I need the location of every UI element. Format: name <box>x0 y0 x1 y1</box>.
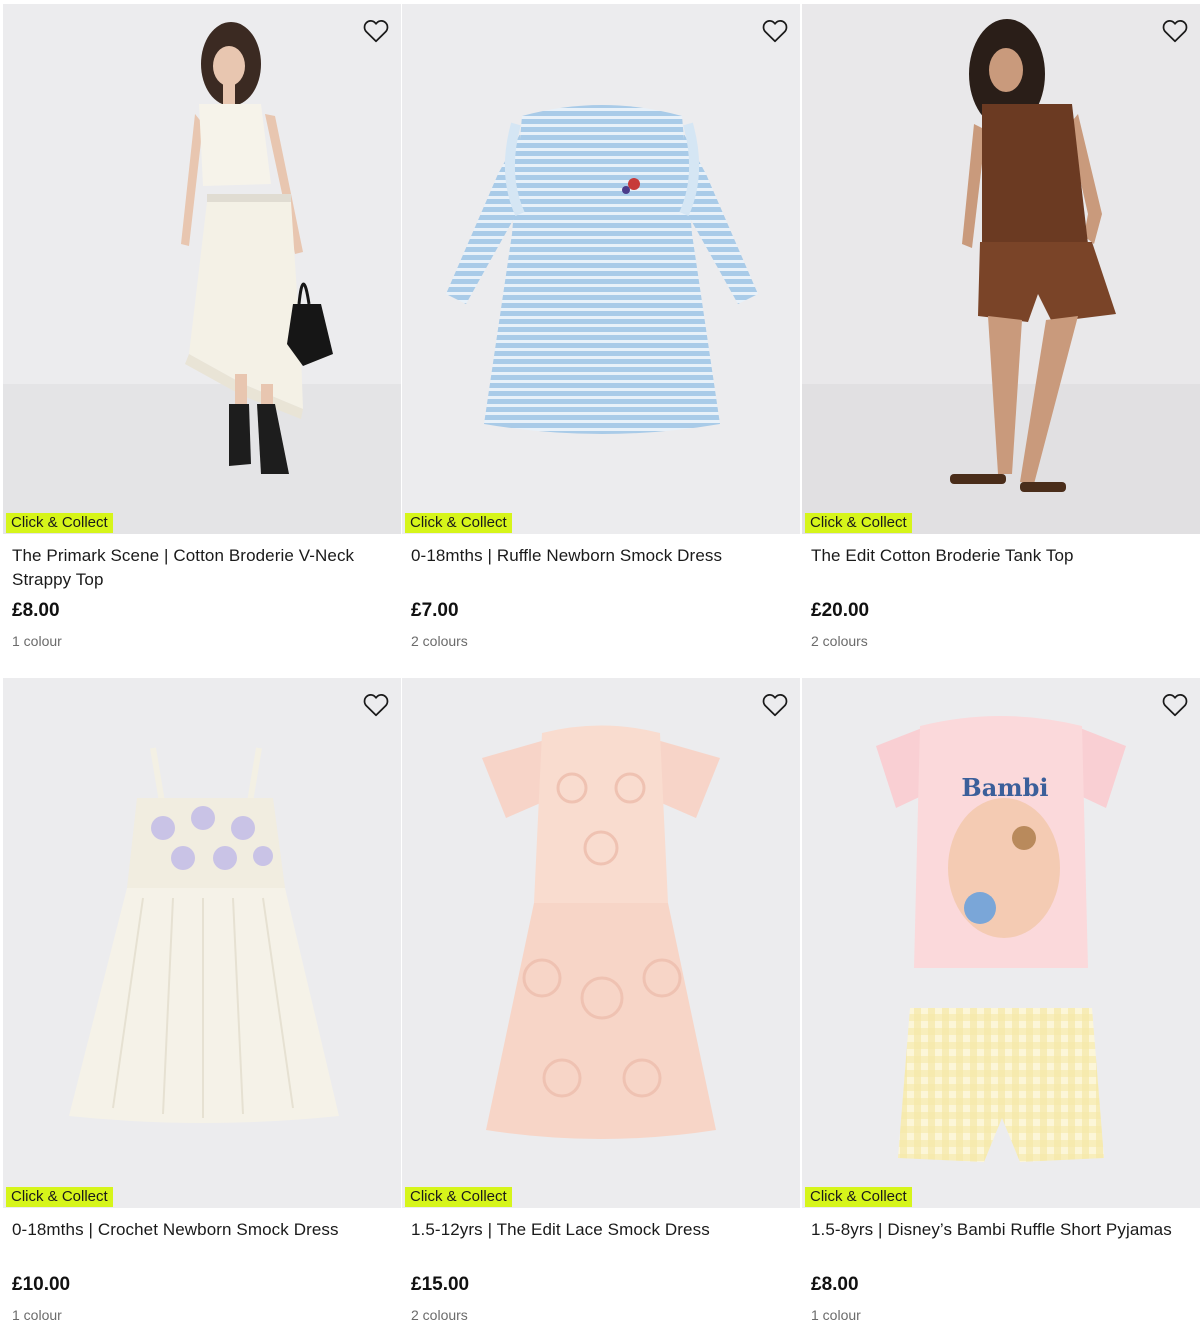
product-info: 0-18mths | Crochet Newborn Smock Dress £… <box>3 1208 401 1324</box>
wishlist-button[interactable] <box>760 690 790 720</box>
product-title[interactable]: 0-18mths | Ruffle Newborn Smock Dress <box>411 544 791 592</box>
product-title[interactable]: 1.5-12yrs | The Edit Lace Smock Dress <box>411 1218 791 1266</box>
product-title[interactable]: The Primark Scene | Cotton Broderie V-Ne… <box>12 544 392 592</box>
woman-brown-tank-and-shorts-image <box>802 4 1200 534</box>
product-image[interactable]: Click & Collect <box>802 4 1200 534</box>
product-colours: 2 colours <box>411 633 468 649</box>
product-price: £10.00 <box>12 1274 71 1295</box>
product-colours: 1 colour <box>12 633 62 649</box>
product-title[interactable]: 0-18mths | Crochet Newborn Smock Dress <box>12 1218 392 1266</box>
heart-outline-icon <box>762 694 788 717</box>
product-image[interactable]: Bambi Click & Collect <box>802 678 1200 1208</box>
pink-lace-girls-dress-image <box>402 678 800 1208</box>
product-info: 1.5-12yrs | The Edit Lace Smock Dress £1… <box>402 1208 800 1324</box>
heart-outline-icon <box>1162 20 1188 43</box>
product-card[interactable]: Bambi Click & Collect 1.5-8yrs | Disney’… <box>802 678 1200 1324</box>
product-title[interactable]: 1.5-8yrs | Disney’s Bambi Ruffle Short P… <box>811 1218 1191 1266</box>
product-image[interactable]: Click & Collect <box>402 4 800 534</box>
wishlist-button[interactable] <box>760 16 790 46</box>
white-crochet-baby-dress-image <box>3 678 401 1208</box>
wishlist-button[interactable] <box>361 16 391 46</box>
product-colours: 1 colour <box>12 1307 62 1323</box>
heart-outline-icon <box>363 694 389 717</box>
product-card[interactable]: Click & Collect 0-18mths | Ruffle Newbor… <box>402 4 800 650</box>
click-collect-badge: Click & Collect <box>6 513 113 533</box>
product-card[interactable]: Click & Collect The Primark Scene | Cott… <box>3 4 401 650</box>
wishlist-button[interactable] <box>1160 16 1190 46</box>
product-image[interactable]: Click & Collect <box>3 678 401 1208</box>
product-price: £20.00 <box>811 600 870 621</box>
click-collect-badge: Click & Collect <box>805 513 912 533</box>
wishlist-button[interactable] <box>1160 690 1190 720</box>
product-price: £7.00 <box>411 600 459 621</box>
heart-outline-icon <box>363 20 389 43</box>
product-card[interactable]: Click & Collect The Edit Cotton Broderie… <box>802 4 1200 650</box>
heart-outline-icon <box>1162 694 1188 717</box>
bambi-graphic-text: Bambi <box>961 773 1049 802</box>
product-info: 1.5-8yrs | Disney’s Bambi Ruffle Short P… <box>802 1208 1200 1324</box>
product-colours: 2 colours <box>411 1307 468 1323</box>
product-colours: 1 colour <box>811 1307 861 1323</box>
product-info: The Edit Cotton Broderie Tank Top £20.00… <box>802 534 1200 650</box>
click-collect-badge: Click & Collect <box>805 1187 912 1207</box>
bambi-pink-pyjama-set-image <box>802 678 1200 1208</box>
click-collect-badge: Click & Collect <box>405 1187 512 1207</box>
product-title[interactable]: The Edit Cotton Broderie Tank Top <box>811 544 1191 592</box>
wishlist-button[interactable] <box>361 690 391 720</box>
product-image[interactable]: Click & Collect <box>402 678 800 1208</box>
product-card[interactable]: Click & Collect 0-18mths | Crochet Newbo… <box>3 678 401 1324</box>
heart-outline-icon <box>762 20 788 43</box>
product-info: The Primark Scene | Cotton Broderie V-Ne… <box>3 534 401 650</box>
blue-striped-baby-dress-image <box>402 4 800 534</box>
product-colours: 2 colours <box>811 633 868 649</box>
product-image[interactable]: Click & Collect <box>3 4 401 534</box>
product-card[interactable]: Click & Collect 1.5-12yrs | The Edit Lac… <box>402 678 800 1324</box>
product-price: £8.00 <box>811 1274 859 1295</box>
woman-white-lace-outfit-image <box>3 4 401 534</box>
product-info: 0-18mths | Ruffle Newborn Smock Dress £7… <box>402 534 800 650</box>
product-price: £8.00 <box>12 600 60 621</box>
product-grid: Click & Collect The Primark Scene | Cott… <box>0 0 1200 1324</box>
click-collect-badge: Click & Collect <box>6 1187 113 1207</box>
click-collect-badge: Click & Collect <box>405 513 512 533</box>
product-price: £15.00 <box>411 1274 470 1295</box>
